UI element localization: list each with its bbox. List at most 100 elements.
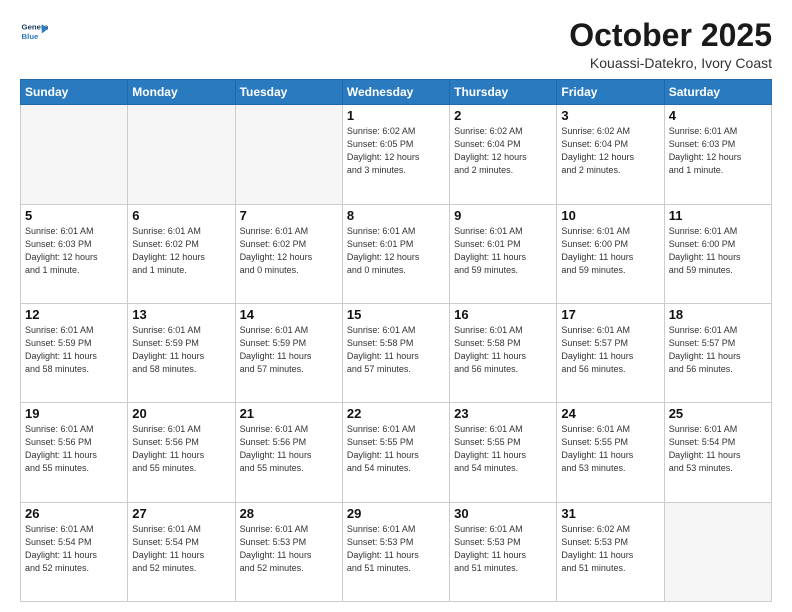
calendar-header-thursday: Thursday bbox=[450, 80, 557, 105]
day-info: Sunrise: 6:01 AM Sunset: 5:56 PM Dayligh… bbox=[132, 423, 230, 475]
calendar-cell: 6Sunrise: 6:01 AM Sunset: 6:02 PM Daylig… bbox=[128, 204, 235, 303]
calendar-cell: 30Sunrise: 6:01 AM Sunset: 5:53 PM Dayli… bbox=[450, 502, 557, 601]
day-info: Sunrise: 6:01 AM Sunset: 6:03 PM Dayligh… bbox=[25, 225, 123, 277]
day-number: 9 bbox=[454, 208, 552, 223]
day-number: 2 bbox=[454, 108, 552, 123]
calendar-cell: 11 Sunrise: 6:01 AM Sunset: 6:00 PM Dayli… bbox=[664, 204, 771, 303]
day-info: Sunrise: 6:01 AM Sunset: 5:54 PM Dayligh… bbox=[132, 523, 230, 575]
day-number: 31 bbox=[561, 506, 659, 521]
day-number: 29 bbox=[347, 506, 445, 521]
day-number: 4 bbox=[669, 108, 767, 123]
week-row-5: 26 Sunrise: 6:01 AM Sunset: 5:54 PM Dayli… bbox=[21, 502, 772, 601]
day-info: Sunrise: 6:01 AM Sunset: 5:59 PM Dayligh… bbox=[25, 324, 123, 376]
calendar-header-monday: Monday bbox=[128, 80, 235, 105]
day-number: 13 bbox=[132, 307, 230, 322]
logo-icon: General Blue bbox=[20, 18, 48, 46]
calendar-header-tuesday: Tuesday bbox=[235, 80, 342, 105]
calendar-cell bbox=[128, 105, 235, 204]
day-number: 7 bbox=[240, 208, 338, 223]
calendar-header-row: SundayMondayTuesdayWednesdayThursdayFrid… bbox=[21, 80, 772, 105]
title-block: October 2025 Kouassi-Datekro, Ivory Coas… bbox=[569, 18, 772, 71]
logo: General Blue bbox=[20, 18, 48, 46]
day-number: 10 bbox=[561, 208, 659, 223]
calendar-header-sunday: Sunday bbox=[21, 80, 128, 105]
calendar-cell bbox=[235, 105, 342, 204]
day-info: Sunrise: 6:01 AM Sunset: 6:02 PM Dayligh… bbox=[240, 225, 338, 277]
day-info: Sunrise: 6:01 AM Sunset: 5:53 PM Dayligh… bbox=[240, 523, 338, 575]
day-info: Sunrise: 6:01 AM Sunset: 5:58 PM Dayligh… bbox=[347, 324, 445, 376]
day-info: Sunrise: 6:01 AM Sunset: 5:56 PM Dayligh… bbox=[25, 423, 123, 475]
day-number: 11 bbox=[669, 208, 767, 223]
day-number: 20 bbox=[132, 406, 230, 421]
calendar-cell: 27 Sunrise: 6:01 AM Sunset: 5:54 PM Dayli… bbox=[128, 502, 235, 601]
day-info: Sunrise: 6:01 AM Sunset: 6:00 PM Dayligh… bbox=[561, 225, 659, 277]
day-number: 8 bbox=[347, 208, 445, 223]
day-info: Sunrise: 6:01 AM Sunset: 6:03 PM Dayligh… bbox=[669, 125, 767, 177]
day-info: Sunrise: 6:01 AM Sunset: 5:57 PM Dayligh… bbox=[669, 324, 767, 376]
day-number: 26 bbox=[25, 506, 123, 521]
day-number: 14 bbox=[240, 307, 338, 322]
day-number: 3 bbox=[561, 108, 659, 123]
day-number: 16 bbox=[454, 307, 552, 322]
calendar-cell: 8 Sunrise: 6:01 AM Sunset: 6:01 PM Daylig… bbox=[342, 204, 449, 303]
calendar-cell: 18 Sunrise: 6:01 AM Sunset: 5:57 PM Dayli… bbox=[664, 303, 771, 402]
calendar-cell: 16 Sunrise: 6:01 AM Sunset: 5:58 PM Dayli… bbox=[450, 303, 557, 402]
week-row-3: 12 Sunrise: 6:01 AM Sunset: 5:59 PM Dayli… bbox=[21, 303, 772, 402]
day-number: 12 bbox=[25, 307, 123, 322]
location: Kouassi-Datekro, Ivory Coast bbox=[569, 55, 772, 71]
day-number: 27 bbox=[132, 506, 230, 521]
day-info: Sunrise: 6:01 AM Sunset: 5:54 PM Dayligh… bbox=[25, 523, 123, 575]
day-info: Sunrise: 6:01 AM Sunset: 5:55 PM Dayligh… bbox=[561, 423, 659, 475]
day-number: 15 bbox=[347, 307, 445, 322]
day-number: 30 bbox=[454, 506, 552, 521]
day-number: 22 bbox=[347, 406, 445, 421]
day-info: Sunrise: 6:01 AM Sunset: 5:59 PM Dayligh… bbox=[240, 324, 338, 376]
day-number: 17 bbox=[561, 307, 659, 322]
calendar-cell: 24 Sunrise: 6:01 AM Sunset: 5:55 PM Dayli… bbox=[557, 403, 664, 502]
day-info: Sunrise: 6:01 AM Sunset: 5:55 PM Dayligh… bbox=[347, 423, 445, 475]
day-info: Sunrise: 6:01 AM Sunset: 5:53 PM Dayligh… bbox=[347, 523, 445, 575]
calendar-cell: 25 Sunrise: 6:01 AM Sunset: 5:54 PM Dayli… bbox=[664, 403, 771, 502]
day-number: 18 bbox=[669, 307, 767, 322]
day-info: Sunrise: 6:01 AM Sunset: 6:02 PM Dayligh… bbox=[132, 225, 230, 277]
calendar-cell: 1 Sunrise: 6:02 AM Sunset: 6:05 PM Daylig… bbox=[342, 105, 449, 204]
day-info: Sunrise: 6:01 AM Sunset: 6:00 PM Dayligh… bbox=[669, 225, 767, 277]
day-info: Sunrise: 6:01 AM Sunset: 6:01 PM Dayligh… bbox=[454, 225, 552, 277]
calendar-cell: 17Sunrise: 6:01 AM Sunset: 5:57 PM Dayli… bbox=[557, 303, 664, 402]
calendar-cell: 7 Sunrise: 6:01 AM Sunset: 6:02 PM Daylig… bbox=[235, 204, 342, 303]
calendar-cell: 26 Sunrise: 6:01 AM Sunset: 5:54 PM Dayli… bbox=[21, 502, 128, 601]
day-info: Sunrise: 6:01 AM Sunset: 5:55 PM Dayligh… bbox=[454, 423, 552, 475]
day-number: 24 bbox=[561, 406, 659, 421]
week-row-4: 19 Sunrise: 6:01 AM Sunset: 5:56 PM Dayli… bbox=[21, 403, 772, 502]
week-row-1: 1 Sunrise: 6:02 AM Sunset: 6:05 PM Daylig… bbox=[21, 105, 772, 204]
day-info: Sunrise: 6:02 AM Sunset: 6:05 PM Dayligh… bbox=[347, 125, 445, 177]
calendar-header-saturday: Saturday bbox=[664, 80, 771, 105]
calendar-cell: 19 Sunrise: 6:01 AM Sunset: 5:56 PM Dayli… bbox=[21, 403, 128, 502]
day-number: 25 bbox=[669, 406, 767, 421]
calendar-cell: 9 Sunrise: 6:01 AM Sunset: 6:01 PM Daylig… bbox=[450, 204, 557, 303]
day-number: 28 bbox=[240, 506, 338, 521]
calendar-cell: 13 Sunrise: 6:01 AM Sunset: 5:59 PM Dayli… bbox=[128, 303, 235, 402]
calendar-cell: 15 Sunrise: 6:01 AM Sunset: 5:58 PM Dayli… bbox=[342, 303, 449, 402]
day-info: Sunrise: 6:01 AM Sunset: 5:58 PM Dayligh… bbox=[454, 324, 552, 376]
calendar-cell: 3Sunrise: 6:02 AM Sunset: 6:04 PM Daylig… bbox=[557, 105, 664, 204]
calendar-cell: 14 Sunrise: 6:01 AM Sunset: 5:59 PM Dayli… bbox=[235, 303, 342, 402]
header: General Blue October 2025 Kouassi-Datekr… bbox=[20, 18, 772, 71]
month-title: October 2025 bbox=[569, 18, 772, 53]
calendar-cell: 4 Sunrise: 6:01 AM Sunset: 6:03 PM Daylig… bbox=[664, 105, 771, 204]
calendar-cell: 21Sunrise: 6:01 AM Sunset: 5:56 PM Dayli… bbox=[235, 403, 342, 502]
week-row-2: 5Sunrise: 6:01 AM Sunset: 6:03 PM Daylig… bbox=[21, 204, 772, 303]
calendar-cell bbox=[664, 502, 771, 601]
calendar-table: SundayMondayTuesdayWednesdayThursdayFrid… bbox=[20, 79, 772, 602]
day-info: Sunrise: 6:01 AM Sunset: 5:54 PM Dayligh… bbox=[669, 423, 767, 475]
calendar-cell: 5Sunrise: 6:01 AM Sunset: 6:03 PM Daylig… bbox=[21, 204, 128, 303]
day-info: Sunrise: 6:01 AM Sunset: 5:59 PM Dayligh… bbox=[132, 324, 230, 376]
day-number: 19 bbox=[25, 406, 123, 421]
calendar-cell: 10 Sunrise: 6:01 AM Sunset: 6:00 PM Dayli… bbox=[557, 204, 664, 303]
calendar-cell: 2Sunrise: 6:02 AM Sunset: 6:04 PM Daylig… bbox=[450, 105, 557, 204]
day-info: Sunrise: 6:01 AM Sunset: 5:56 PM Dayligh… bbox=[240, 423, 338, 475]
day-info: Sunrise: 6:01 AM Sunset: 6:01 PM Dayligh… bbox=[347, 225, 445, 277]
day-number: 23 bbox=[454, 406, 552, 421]
day-number: 1 bbox=[347, 108, 445, 123]
page: General Blue October 2025 Kouassi-Datekr… bbox=[0, 0, 792, 612]
